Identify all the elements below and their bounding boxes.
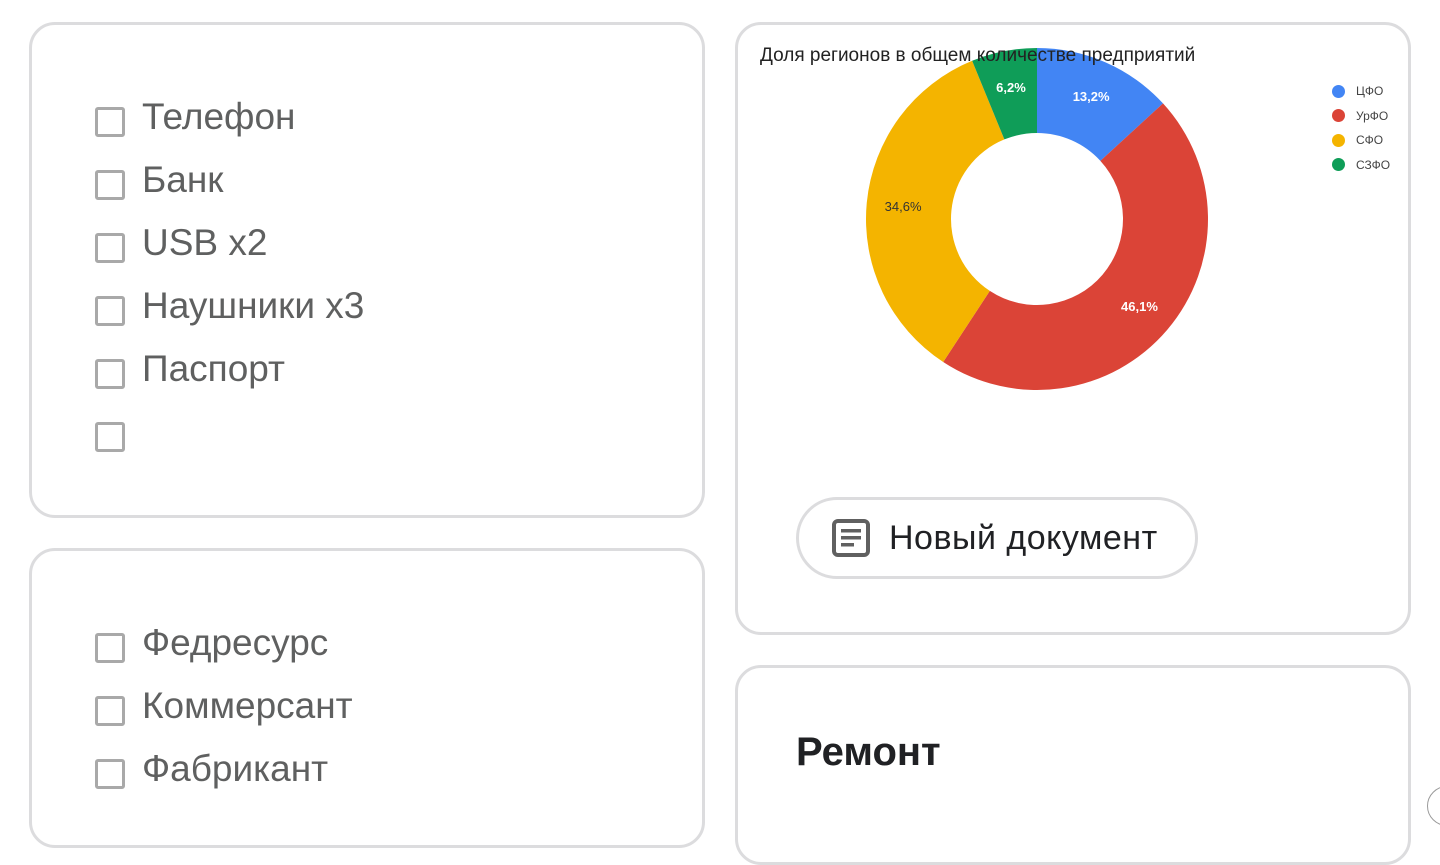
donut-slice-label: 6,2% (996, 80, 1026, 95)
document-icon (832, 519, 870, 557)
checkbox[interactable] (95, 106, 125, 137)
checkbox[interactable] (95, 358, 125, 389)
legend-label: СЗФО (1356, 157, 1391, 172)
new-document-label: Новый документ (889, 518, 1158, 557)
legend-item: ЦФО (1332, 79, 1390, 104)
checklist-item[interactable]: Наушники x3 (95, 274, 364, 337)
checklist-item[interactable]: Коммерсант (95, 674, 353, 737)
new-document-button[interactable]: Новый документ (796, 497, 1198, 579)
checklist-item[interactable]: Телефон (95, 85, 364, 148)
donut-slice-label: 46,1% (1121, 299, 1158, 314)
checklist-card-items: Телефон Банк USB x2 Наушники x3 Паспорт (29, 22, 705, 518)
checklist-items: Телефон Банк USB x2 Наушники x3 Паспорт (95, 85, 364, 463)
checklist-item-label: Фабрикант (142, 748, 329, 789)
checklist-item[interactable]: Банк (95, 148, 364, 211)
checkbox[interactable] (95, 421, 125, 452)
checkbox[interactable] (95, 695, 125, 726)
chart-title: Доля регионов в общем количестве предпри… (760, 45, 1196, 66)
checklist-item[interactable]: Паспорт (95, 337, 364, 400)
repair-card[interactable]: Ремонт (735, 665, 1411, 865)
donut-slice-label: 34,6% (885, 199, 922, 214)
legend-label: СФО (1356, 133, 1384, 148)
checkbox[interactable] (95, 632, 125, 663)
legend-label: ЦФО (1356, 84, 1384, 99)
checklist-item[interactable]: Фабрикант (95, 737, 353, 800)
chart-legend: ЦФО УрФО СФО СЗФО (1332, 79, 1390, 177)
legend-swatch (1332, 133, 1345, 147)
checklist-item-label: Федресурс (142, 622, 329, 663)
checklist-item-label: Паспорт (142, 348, 285, 389)
checkbox[interactable] (95, 169, 125, 200)
checklist-item-label: Наушники x3 (142, 285, 365, 326)
checklist-item-label: Банк (142, 159, 224, 200)
checklist-item-empty[interactable] (95, 400, 364, 463)
checklist-item-label: USB x2 (142, 222, 268, 263)
checklist-sources: Федресурс Коммерсант Фабрикант (95, 611, 353, 800)
checklist-card-sources: Федресурс Коммерсант Фабрикант (29, 548, 705, 848)
checklist-item[interactable]: Федресурс (95, 611, 353, 674)
donut-slice-label: 13,2% (1073, 89, 1110, 104)
legend-swatch (1332, 109, 1345, 123)
donut-chart: 13,2% 46,1% 34,6% 6,2% (866, 48, 1208, 390)
checklist-item-label: Коммерсант (142, 685, 353, 726)
floating-action-button[interactable] (1427, 786, 1440, 826)
chart-card: 13,2% 46,1% 34,6% 6,2% Доля регионов в обще… (735, 22, 1411, 635)
checklist-item[interactable]: USB x2 (95, 211, 364, 274)
legend-swatch (1332, 158, 1345, 172)
checkbox[interactable] (95, 232, 125, 263)
legend-item: СЗФО (1332, 153, 1390, 178)
checklist-item-label: Телефон (142, 96, 296, 137)
legend-item: СФО (1332, 128, 1390, 153)
legend-swatch (1332, 84, 1345, 98)
legend-label: УрФО (1356, 108, 1389, 123)
repair-card-title: Ремонт (796, 730, 941, 774)
checkbox[interactable] (95, 295, 125, 326)
checkbox[interactable] (95, 758, 125, 789)
legend-item: УрФО (1332, 104, 1390, 129)
